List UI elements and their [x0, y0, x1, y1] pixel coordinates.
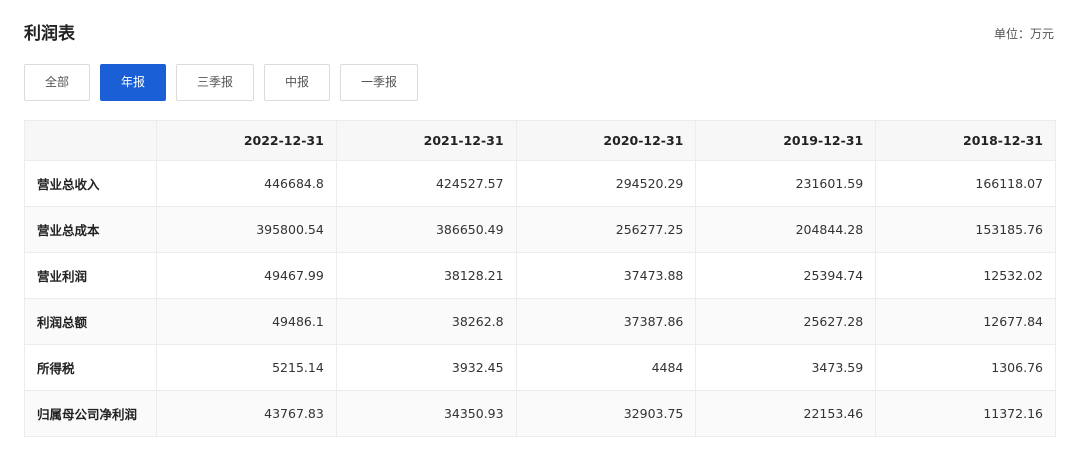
profit-table: 2022-12-31 2021-12-31 2020-12-31 2019-12… [24, 120, 1056, 437]
tab-all[interactable]: 全部 [24, 64, 90, 101]
table-header-row: 2022-12-31 2021-12-31 2020-12-31 2019-12… [24, 120, 1056, 161]
row-label: 营业总收入 [24, 160, 157, 207]
column-header: 2022-12-31 [156, 120, 337, 161]
table-cell: 231601.59 [695, 160, 877, 207]
column-header: 2021-12-31 [335, 120, 517, 161]
table-cell: 34350.93 [335, 390, 517, 437]
tab-q3[interactable]: 三季报 [176, 64, 254, 101]
table-cell: 49467.99 [156, 252, 337, 299]
table-cell: 38128.21 [335, 252, 517, 299]
row-label: 营业利润 [24, 252, 157, 299]
table-cell: 446684.8 [156, 160, 337, 207]
table-cell: 37473.88 [515, 252, 697, 299]
report-type-tabs: 全部 年报 三季报 中报 一季报 [24, 64, 418, 101]
table-row: 营业总成本 395800.54 386650.49 256277.25 2048… [24, 206, 1056, 253]
table-cell: 37387.86 [515, 298, 697, 345]
table-cell: 25627.28 [695, 298, 877, 345]
table-cell: 1306.76 [875, 344, 1056, 391]
table-cell: 204844.28 [695, 206, 877, 253]
table-cell: 38262.8 [335, 298, 517, 345]
table-cell: 386650.49 [335, 206, 517, 253]
column-header: 2020-12-31 [515, 120, 697, 161]
table-corner-cell [24, 120, 157, 161]
table-cell: 43767.83 [156, 390, 337, 437]
row-label: 利润总额 [24, 298, 157, 345]
table-cell: 3473.59 [695, 344, 877, 391]
table-cell: 49486.1 [156, 298, 337, 345]
table-row: 所得税 5215.14 3932.45 4484 3473.59 1306.76 [24, 344, 1056, 391]
table-cell: 11372.16 [875, 390, 1056, 437]
page-title: 利润表 [24, 24, 75, 44]
table-row: 利润总额 49486.1 38262.8 37387.86 25627.28 1… [24, 298, 1056, 345]
table-cell: 22153.46 [695, 390, 877, 437]
table-row: 归属母公司净利润 43767.83 34350.93 32903.75 2215… [24, 390, 1056, 437]
unit-label: 单位：万元 [993, 27, 1054, 41]
table-cell: 3932.45 [335, 344, 517, 391]
table-cell: 25394.74 [695, 252, 877, 299]
table-cell: 395800.54 [156, 206, 337, 253]
table-cell: 12532.02 [875, 252, 1056, 299]
row-label: 所得税 [24, 344, 157, 391]
column-header: 2018-12-31 [875, 120, 1056, 161]
table-cell: 294520.29 [515, 160, 697, 207]
row-label: 归属母公司净利润 [24, 390, 157, 437]
table-cell: 256277.25 [515, 206, 697, 253]
table-cell: 424527.57 [335, 160, 517, 207]
table-cell: 5215.14 [156, 344, 337, 391]
row-label: 营业总成本 [24, 206, 157, 253]
table-cell: 166118.07 [875, 160, 1056, 207]
tab-interim[interactable]: 中报 [264, 64, 330, 101]
table-row: 营业总收入 446684.8 424527.57 294520.29 23160… [24, 160, 1056, 207]
tab-q1[interactable]: 一季报 [340, 64, 418, 101]
table-cell: 153185.76 [875, 206, 1056, 253]
table-cell: 12677.84 [875, 298, 1056, 345]
table-cell: 32903.75 [515, 390, 697, 437]
table-row: 营业利润 49467.99 38128.21 37473.88 25394.74… [24, 252, 1056, 299]
column-header: 2019-12-31 [695, 120, 877, 161]
tab-annual[interactable]: 年报 [100, 64, 166, 101]
table-cell: 4484 [515, 344, 697, 391]
